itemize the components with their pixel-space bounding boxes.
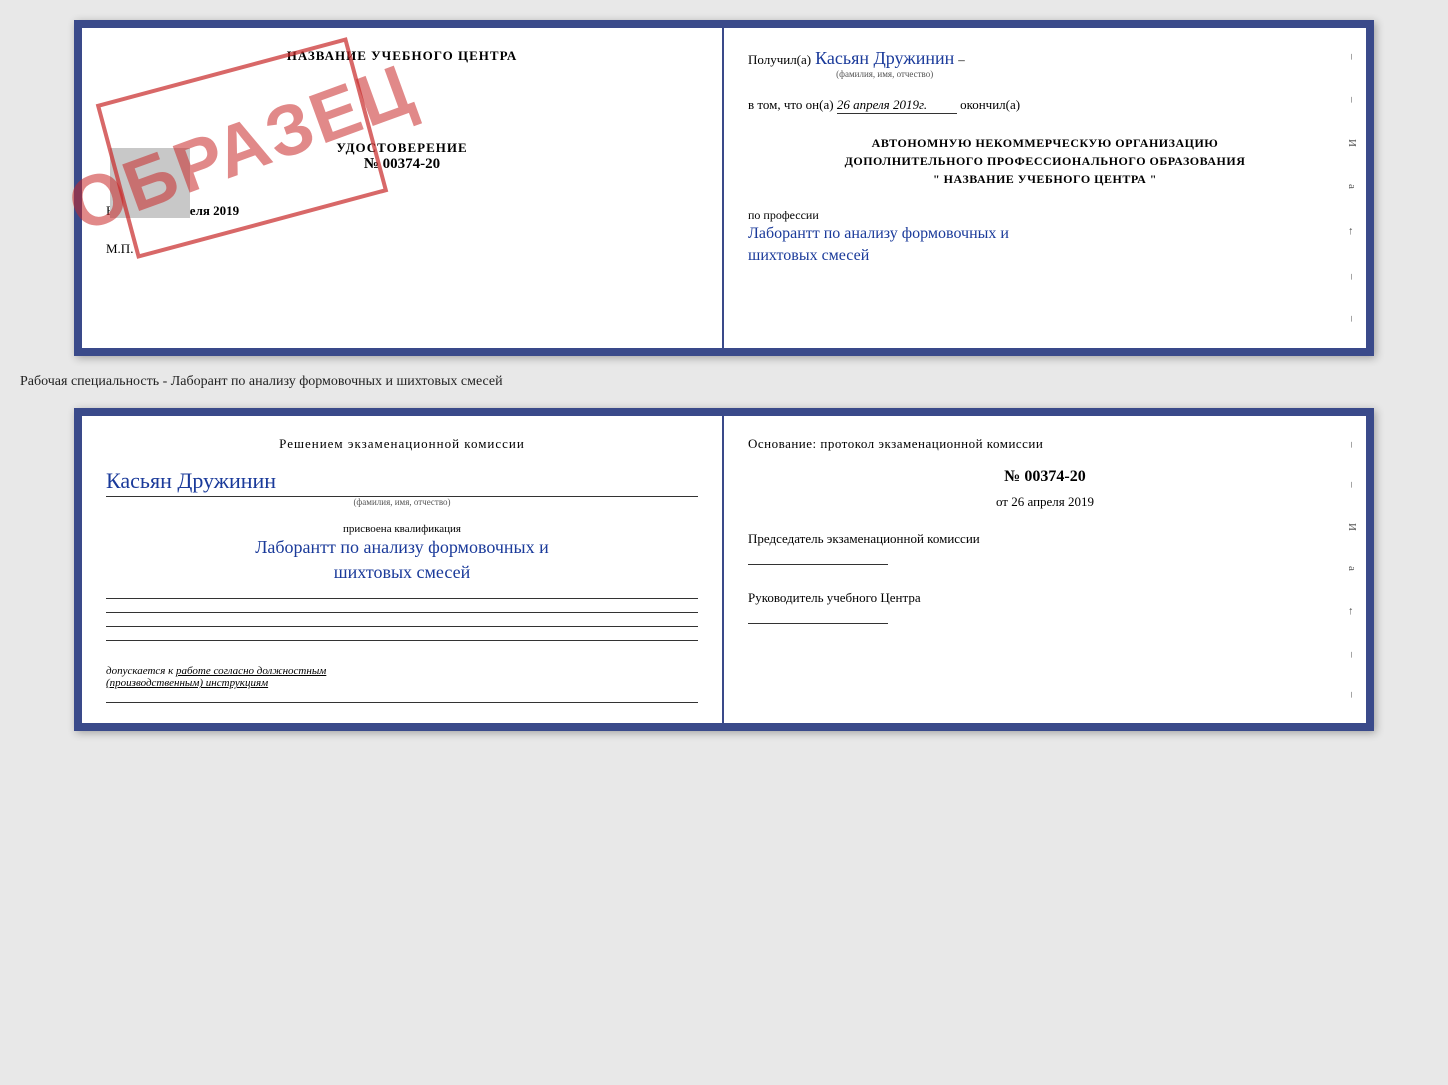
underline3 <box>106 625 698 627</box>
completion-date: 26 апреля 2019г. <box>837 97 957 114</box>
top-document: НАЗВАНИЕ УЧЕБНОГО ЦЕНТРА ОБРАЗЕЦ УДОСТОВ… <box>74 20 1374 356</box>
sidebar-char-arrow: ← <box>1346 226 1358 237</box>
bottom-doc-left: Решением экзаменационной комиссии Касьян… <box>82 416 724 723</box>
qual-line1: Лаборантт по анализу формовочных и <box>106 535 698 560</box>
specialty-line: Рабочая специальность - Лаборант по анал… <box>20 374 1320 390</box>
poluchil-label: Получил(а) <box>748 52 811 68</box>
b-sidebar-char-i: И <box>1346 523 1358 531</box>
prisvoena-label: присвоена квалификация <box>106 523 698 535</box>
mp-text: М.П. <box>106 241 133 256</box>
vtom-label: в том, что он(а) <box>748 97 834 112</box>
mp-block: М.П. <box>106 241 698 257</box>
b-sidebar-char-2: – <box>1346 482 1358 488</box>
sidebar-char-i: И <box>1346 139 1358 147</box>
top-title: НАЗВАНИЕ УЧЕБНОГО ЦЕНТРА <box>106 48 698 64</box>
dopuskaetsya-prefix: допускается к <box>106 665 176 677</box>
underline1 <box>106 597 698 599</box>
rukovoditel-block: Руководитель учебного Центра <box>748 589 1342 624</box>
profession-line2: шихтовых смесей <box>748 245 1342 267</box>
predsedatel-signature-line <box>748 564 888 565</box>
vydano-block: Выдано 26 апреля 2019 <box>106 203 698 219</box>
bottom-doc-right: Основание: протокол экзаменационной коми… <box>724 416 1366 723</box>
right-sidebar: – – И а ← – – <box>1338 28 1366 348</box>
top-doc-left: НАЗВАНИЕ УЧЕБНОГО ЦЕНТРА ОБРАЗЕЦ УДОСТОВ… <box>82 28 724 348</box>
rukovoditel-signature-line <box>748 623 888 624</box>
org-line3: " НАЗВАНИЕ УЧЕБНОГО ЦЕНТРА " <box>748 170 1342 188</box>
bottom-right-sidebar: – – И а ← – – <box>1338 416 1366 723</box>
b-sidebar-char-arrow: ← <box>1346 606 1358 617</box>
b-sidebar-char-a: а <box>1346 566 1358 571</box>
bottom-fio-sub: (фамилия, имя, отчество) <box>106 497 698 507</box>
vtom-line: в том, что он(а) 26 апреля 2019г. окончи… <box>748 97 1342 114</box>
sidebar-char-a: а <box>1346 184 1358 189</box>
photo-placeholder <box>110 148 190 218</box>
name-block-bottom: Касьян Дружинин (фамилия, имя, отчество) <box>106 468 698 507</box>
dopuskaetsya-block: допускается к работе согласно должностны… <box>106 665 698 689</box>
udost-block: УДОСТОВЕРЕНИЕ № 00374-20 <box>106 140 698 173</box>
underline2 <box>106 611 698 613</box>
udost-number: № 00374-20 <box>106 156 698 173</box>
org-line2: ДОПОЛНИТЕЛЬНОГО ПРОФЕССИОНАЛЬНОГО ОБРАЗО… <box>748 152 1342 170</box>
resheniem-block: Решением экзаменационной комиссии <box>106 436 698 452</box>
sidebar-char-4: – <box>1346 316 1358 322</box>
resheniem-label: Решением экзаменационной комиссии <box>279 436 525 451</box>
b-sidebar-char-3: – <box>1346 652 1358 658</box>
qual-line2: шихтовых смесей <box>106 560 698 585</box>
protocol-number: № 00374-20 <box>748 468 1342 486</box>
profession-line1: Лаборантт по анализу формовочных и <box>748 223 1342 245</box>
rukovoditel-label: Руководитель учебного Центра <box>748 590 921 605</box>
underline4 <box>106 639 698 641</box>
underline5 <box>106 701 698 703</box>
po-professii-block: по профессии Лаборантт по анализу формов… <box>748 208 1342 268</box>
osnovanie-label: Основание: протокол экзаменационной коми… <box>748 436 1043 451</box>
po-professii-label: по профессии <box>748 208 1342 223</box>
dopuskaetsya-text: работе согласно должностным <box>176 665 326 677</box>
ot-label: от <box>996 494 1008 509</box>
sidebar-char-3: – <box>1346 274 1358 280</box>
bottom-document: Решением экзаменационной комиссии Касьян… <box>74 408 1374 731</box>
bottom-name: Касьян Дружинин <box>106 468 276 494</box>
okonchil-label: окончил(а) <box>960 97 1020 112</box>
dopuskaetsya-text2: (производственным) инструкциям <box>106 677 268 689</box>
org-block: АВТОНОМНУЮ НЕКОММЕРЧЕСКУЮ ОРГАНИЗАЦИЮ ДО… <box>748 134 1342 188</box>
predsedatel-label: Председатель экзаменационной комиссии <box>748 531 980 546</box>
org-line1: АВТОНОМНУЮ НЕКОММЕРЧЕСКУЮ ОРГАНИЗАЦИЮ <box>748 134 1342 152</box>
ot-date-block: от 26 апреля 2019 <box>748 494 1342 510</box>
top-doc-right: Получил(а) Касьян Дружинин (фамилия, имя… <box>724 28 1366 348</box>
sidebar-char-2: – <box>1346 97 1358 103</box>
b-sidebar-char-1: – <box>1346 442 1358 448</box>
recipient-name: Касьян Дружинин <box>815 48 954 69</box>
predsedatel-block: Председатель экзаменационной комиссии <box>748 530 1342 565</box>
prisvoena-block: присвоена квалификация Лаборантт по анал… <box>106 523 698 585</box>
sidebar-char-1: – <box>1346 54 1358 60</box>
osnovanie-block: Основание: протокол экзаменационной коми… <box>748 436 1342 452</box>
poluchil-line: Получил(а) Касьян Дружинин (фамилия, имя… <box>748 48 1342 79</box>
ot-date: 26 апреля 2019 <box>1011 494 1094 509</box>
udost-label: УДОСТОВЕРЕНИЕ <box>106 140 698 156</box>
fio-sublabel: (фамилия, имя, отчество) <box>815 69 954 79</box>
b-sidebar-char-4: – <box>1346 692 1358 698</box>
